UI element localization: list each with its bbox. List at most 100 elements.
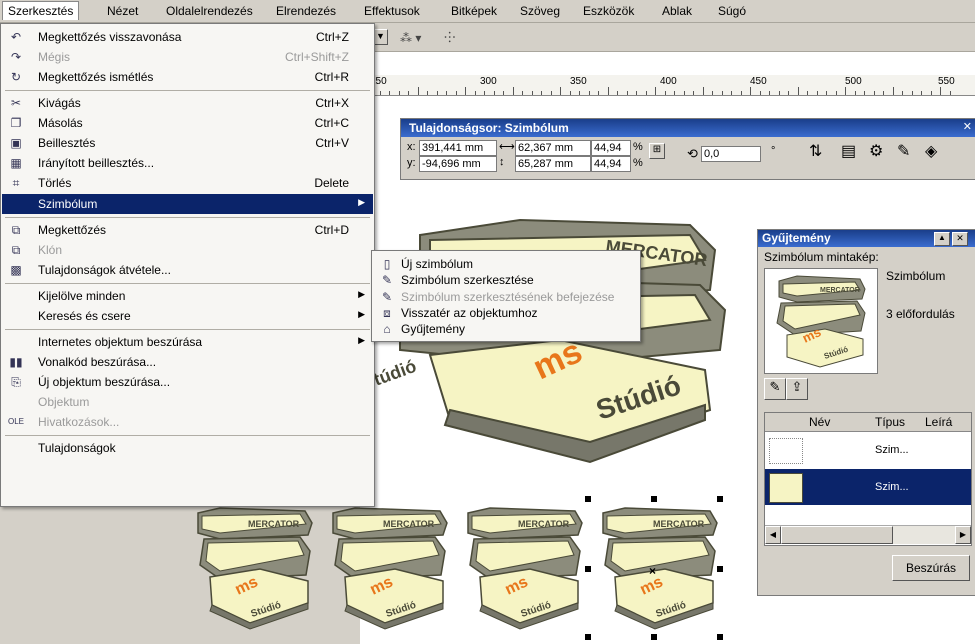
library-icon[interactable]: ◈ bbox=[925, 141, 937, 161]
menu-oldalelrendezes[interactable]: Oldalelrendezés bbox=[166, 4, 253, 18]
menu-item-insert-internet-object[interactable]: Internetes objektum beszúrása ▶ bbox=[2, 332, 373, 352]
column-header-type[interactable]: Típus bbox=[875, 415, 905, 429]
submenu-item-library[interactable]: ⌂ Gyűjtemény bbox=[373, 319, 639, 339]
menu-item-clone[interactable]: ⧉ Klón bbox=[2, 240, 373, 260]
selection-handle[interactable] bbox=[651, 496, 657, 502]
convert-icon[interactable]: ✎ bbox=[897, 141, 910, 161]
horizontal-scrollbar[interactable]: ◀ ▶ bbox=[765, 525, 971, 544]
x-position-field[interactable]: 391,441 mm bbox=[419, 140, 497, 156]
column-header-name[interactable]: Név bbox=[809, 415, 830, 429]
instance-top-text: MERCATOR bbox=[653, 519, 705, 529]
symbol-list[interactable]: Név Típus Leírá Szim... Szim... ◀ ▶ bbox=[764, 412, 972, 546]
menu-item-links[interactable]: OLE Hivatkozások... bbox=[2, 412, 373, 432]
menu-item-find-replace[interactable]: Keresés és csere ▶ bbox=[2, 306, 373, 326]
menu-item-insert-new-object[interactable]: ⎘ Új objektum beszúrása... bbox=[2, 372, 373, 392]
menu-item-redo[interactable]: ↷ Mégis Ctrl+Shift+Z bbox=[2, 47, 373, 67]
collapse-icon[interactable]: ▲ bbox=[934, 232, 950, 246]
menu-sugo[interactable]: Súgó bbox=[718, 4, 746, 18]
duplicate-icon: ⧉ bbox=[11, 223, 21, 237]
menu-elrendezes[interactable]: Elrendezés bbox=[276, 4, 336, 18]
selection-handle[interactable] bbox=[717, 566, 723, 572]
insert-button[interactable]: Beszúrás bbox=[892, 555, 970, 581]
close-icon[interactable]: ✕ bbox=[952, 232, 968, 246]
menu-item-select-all[interactable]: Kijelölve minden ▶ bbox=[2, 286, 373, 306]
menu-szoveg[interactable]: Szöveg bbox=[520, 4, 560, 18]
height-icon: ↕ bbox=[499, 156, 505, 168]
occurrence-count: 3 előfordulás bbox=[886, 307, 955, 321]
angle-field[interactable]: 0,0 bbox=[701, 146, 761, 162]
ruler-tick bbox=[531, 91, 533, 95]
repeat-icon: ↻ bbox=[10, 70, 22, 84]
percent-label: % bbox=[633, 157, 643, 169]
ruler-tick bbox=[816, 91, 818, 95]
barcode-icon: ▮▮ bbox=[9, 355, 23, 369]
ruler-tick bbox=[550, 91, 552, 95]
instance-top-text: MERCATOR bbox=[248, 519, 300, 529]
height-field[interactable]: 65,287 mm bbox=[515, 156, 591, 172]
menu-item-object[interactable]: Objektum bbox=[2, 392, 373, 412]
ruler-tick bbox=[731, 91, 732, 95]
finish-edit-symbol-icon: ✎ bbox=[381, 290, 393, 304]
menu-item-cut[interactable]: ✂ Kivágás Ctrl+X bbox=[2, 93, 373, 113]
preview-top-text: MERCATOR bbox=[820, 287, 860, 294]
edit-symbol-icon[interactable]: ⚙ bbox=[869, 141, 883, 161]
ruler-tick bbox=[826, 91, 827, 95]
ruler-tick bbox=[417, 87, 419, 95]
ruler-tick bbox=[493, 91, 495, 95]
copy-properties-icon: ▩ bbox=[10, 263, 22, 277]
y-position-field[interactable]: -94,696 mm bbox=[419, 156, 497, 172]
menu-item-properties[interactable]: Tulajdonságok bbox=[2, 438, 373, 458]
menu-effektusok[interactable]: Effektusok bbox=[364, 4, 420, 18]
scroll-right-icon[interactable]: ▶ bbox=[955, 526, 971, 544]
selection-handle[interactable] bbox=[585, 634, 591, 640]
scale-x-field[interactable]: 44,94 bbox=[591, 140, 631, 156]
ruler-tick bbox=[740, 91, 742, 95]
scale-y-field[interactable]: 44,94 bbox=[591, 156, 631, 172]
selection-handle[interactable] bbox=[585, 566, 591, 572]
selection-handle[interactable] bbox=[717, 634, 723, 640]
node-tool-icon[interactable]: ⁂ ▾ bbox=[400, 31, 421, 45]
wrap-icon[interactable]: ▤ bbox=[841, 141, 856, 161]
mirror-icon[interactable]: ⇅ bbox=[809, 141, 822, 161]
menu-item-copy-properties[interactable]: ▩ Tulajdonságok átvétele... bbox=[2, 260, 373, 280]
edit-symbol-button[interactable]: ✎ bbox=[764, 378, 786, 400]
menu-bitkepek[interactable]: Bitképek bbox=[451, 4, 497, 18]
menu-eszkozok[interactable]: Eszközök bbox=[583, 4, 634, 18]
width-field[interactable]: 62,367 mm bbox=[515, 140, 591, 156]
menu-item-repeat[interactable]: ↻ Megkettőzés ismétlés Ctrl+R bbox=[2, 67, 373, 87]
selection-handle[interactable] bbox=[585, 496, 591, 502]
ruler-tick bbox=[446, 91, 447, 95]
selection-handle[interactable] bbox=[717, 496, 723, 502]
symbol-name: Szimbólum bbox=[886, 269, 946, 283]
table-row-selected[interactable]: Szim... bbox=[765, 469, 971, 505]
ole-icon: OLE bbox=[8, 417, 25, 426]
submenu-arrow-icon: ▶ bbox=[358, 289, 365, 299]
menu-bar: Szerkesztés Nézet Oldalelrendezés Elrend… bbox=[0, 0, 975, 23]
close-icon[interactable]: ✕ bbox=[963, 120, 972, 133]
scroll-thumb[interactable] bbox=[781, 526, 893, 544]
ruler-tick bbox=[693, 91, 694, 95]
menu-item-symbol[interactable]: Szimbólum ▶ bbox=[2, 194, 373, 214]
ruler-tick bbox=[569, 91, 571, 95]
selection-handle[interactable] bbox=[651, 634, 657, 640]
menu-nezet[interactable]: Nézet bbox=[107, 4, 138, 18]
menu-item-insert-barcode[interactable]: ▮▮ Vonalkód beszúrása... bbox=[2, 352, 373, 372]
ruler-tick bbox=[949, 91, 951, 95]
menu-ablak[interactable]: Ablak bbox=[662, 4, 692, 18]
menu-item-copy[interactable]: ❐ Másolás Ctrl+C bbox=[2, 113, 373, 133]
lock-ratio-icon[interactable]: ⊞ bbox=[649, 143, 665, 159]
ruler-tick bbox=[379, 91, 381, 95]
scroll-left-icon[interactable]: ◀ bbox=[765, 526, 781, 544]
menu-item-duplicate[interactable]: ⧉ Megkettőzés Ctrl+D bbox=[2, 220, 373, 240]
menu-item-delete[interactable]: ⌗ Törlés Delete bbox=[2, 173, 373, 193]
transform-tool-icon[interactable]: ⸭ bbox=[444, 28, 456, 47]
menu-item-paste-special[interactable]: ▦ Irányított beillesztés... bbox=[2, 153, 373, 173]
delete-icon: ⌗ bbox=[12, 176, 20, 190]
table-row[interactable]: Szim... bbox=[765, 432, 971, 468]
menu-szerkesztes[interactable]: Szerkesztés bbox=[2, 1, 80, 20]
menu-item-paste[interactable]: ▣ Beillesztés Ctrl+V bbox=[2, 133, 373, 153]
menu-item-undo[interactable]: ↶ Megkettőzés visszavonása Ctrl+Z bbox=[2, 27, 373, 47]
column-header-description[interactable]: Leírá bbox=[925, 415, 952, 429]
export-symbol-button[interactable]: ⇪ bbox=[786, 378, 808, 400]
menu-separator bbox=[5, 435, 370, 436]
